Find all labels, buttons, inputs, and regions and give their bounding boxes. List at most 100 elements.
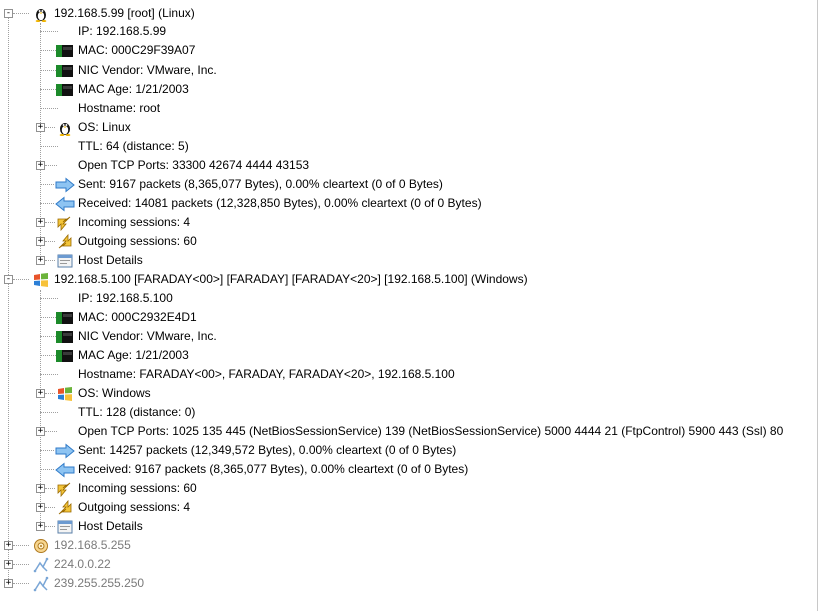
expand-toggle[interactable]: + (36, 389, 45, 398)
host-ttl: TTL: 64 (distance: 5) (78, 139, 189, 153)
tree-branch (40, 31, 58, 32)
tree-branch (45, 393, 55, 394)
tree-branch (45, 165, 57, 166)
expand-toggle[interactable]: + (36, 237, 45, 246)
tree-branch (40, 317, 56, 318)
tree-branch (45, 127, 55, 128)
root-connector-line (8, 17, 9, 583)
tree-branch (45, 507, 55, 508)
yellow-arrow-out-icon (58, 500, 72, 515)
tree-branch (45, 431, 57, 432)
windows-flag-icon (34, 273, 48, 287)
host-mac-age: MAC Age: 1/21/2003 (78, 82, 189, 96)
host-hostname: Hostname: root (78, 101, 161, 115)
host-details: Host Details (78, 253, 143, 267)
host-outgoing-sessions: Outgoing sessions: 60 (78, 234, 197, 248)
host-tree[interactable]: - 192.168.5.99 [root] (Linux) IP: 192.16… (0, 0, 818, 611)
tree-branch (45, 260, 55, 261)
network-card-icon (56, 65, 73, 77)
window-details-icon (57, 254, 73, 268)
tree-branch (40, 336, 56, 337)
host-title: 239.255.255.250 (54, 576, 145, 590)
host-hostname: Hostname: FARADAY<00>, FARADAY, FARADAY<… (78, 367, 455, 381)
host-title: 224.0.0.22 (54, 557, 111, 571)
host-mac-age: MAC Age: 1/21/2003 (78, 348, 189, 362)
tree-branch (13, 545, 29, 546)
network-card-icon (56, 312, 73, 324)
tree-branch (13, 279, 29, 280)
multicast-icon (33, 557, 49, 573)
host-mac: MAC: 000C29F39A07 (78, 43, 196, 57)
expand-toggle[interactable]: + (36, 161, 45, 170)
expand-toggle[interactable]: + (36, 503, 45, 512)
host-title: 192.168.5.100 [FARADAY<00>] [FARADAY] [F… (54, 272, 528, 286)
tree-branch (40, 374, 58, 375)
host-ip: IP: 192.168.5.99 (78, 24, 167, 38)
expand-toggle[interactable]: + (36, 484, 45, 493)
expand-toggle[interactable]: + (4, 579, 13, 588)
collapse-toggle[interactable]: - (4, 275, 13, 284)
tree-branch (13, 13, 29, 14)
tree-branch (45, 241, 55, 242)
yellow-arrow-in-icon (57, 482, 71, 497)
expand-toggle[interactable]: + (4, 541, 13, 550)
host-open-tcp-ports: Open TCP Ports: 1025 135 445 (NetBiosSes… (78, 424, 784, 438)
collapse-toggle[interactable]: - (4, 9, 13, 18)
expand-toggle[interactable]: + (4, 560, 13, 569)
tree-branch (45, 222, 55, 223)
window-details-icon (57, 520, 73, 534)
host-os: OS: Linux (78, 120, 131, 134)
host-nic-vendor: NIC Vendor: VMware, Inc. (78, 329, 217, 343)
host-incoming-sessions: Incoming sessions: 60 (78, 481, 197, 495)
tree-branch (40, 203, 54, 204)
tree-branch (40, 146, 58, 147)
tree-branch (40, 469, 54, 470)
tree-branch (13, 583, 29, 584)
tree-branch (40, 412, 58, 413)
expand-toggle[interactable]: + (36, 123, 45, 132)
network-card-icon (56, 350, 73, 362)
host-open-tcp-ports: Open TCP Ports: 33300 42674 4444 43153 (78, 158, 310, 172)
tree-branch (45, 488, 55, 489)
blue-right-arrow-icon (55, 443, 75, 459)
host-details: Host Details (78, 519, 143, 533)
tree-branch (40, 89, 56, 90)
network-card-icon (56, 45, 73, 57)
tux-penguin-icon (35, 9, 47, 22)
expand-toggle[interactable]: + (36, 427, 45, 436)
tree-branch (40, 50, 56, 51)
tree-branch (40, 184, 54, 185)
host-sent: Sent: 14257 packets (12,349,572 Bytes), … (78, 443, 457, 457)
tree-branch (40, 355, 56, 356)
host-outgoing-sessions: Outgoing sessions: 4 (78, 500, 191, 514)
network-card-icon (56, 84, 73, 96)
multicast-icon (33, 576, 49, 592)
broadcast-icon (34, 539, 48, 553)
yellow-arrow-out-icon (58, 234, 72, 249)
tree-branch (13, 564, 29, 565)
host-sent: Sent: 9167 packets (8,365,077 Bytes), 0.… (78, 177, 443, 191)
host-received: Received: 9167 packets (8,365,077 Bytes)… (78, 462, 469, 476)
yellow-arrow-in-icon (57, 216, 71, 231)
blue-left-arrow-icon (55, 462, 75, 478)
blue-right-arrow-icon (55, 177, 75, 193)
host-incoming-sessions: Incoming sessions: 4 (78, 215, 191, 229)
host-received: Received: 14081 packets (12,328,850 Byte… (78, 196, 482, 210)
expand-toggle[interactable]: + (36, 218, 45, 227)
tree-branch (40, 450, 54, 451)
expand-toggle[interactable]: + (36, 522, 45, 531)
network-card-icon (56, 331, 73, 343)
host-title: 192.168.5.99 [root] (Linux) (54, 6, 195, 20)
host-ttl: TTL: 128 (distance: 0) (78, 405, 196, 419)
blue-left-arrow-icon (55, 196, 75, 212)
host-os: OS: Windows (78, 386, 151, 400)
tree-branch (40, 298, 58, 299)
host-mac: MAC: 000C2932E4D1 (78, 310, 197, 324)
tux-penguin-icon (59, 123, 71, 136)
host-title: 192.168.5.255 (54, 538, 131, 552)
host-nic-vendor: NIC Vendor: VMware, Inc. (78, 63, 217, 77)
tree-branch (45, 526, 55, 527)
host-ip: IP: 192.168.5.100 (78, 291, 173, 305)
windows-flag-icon (58, 387, 72, 401)
expand-toggle[interactable]: + (36, 256, 45, 265)
